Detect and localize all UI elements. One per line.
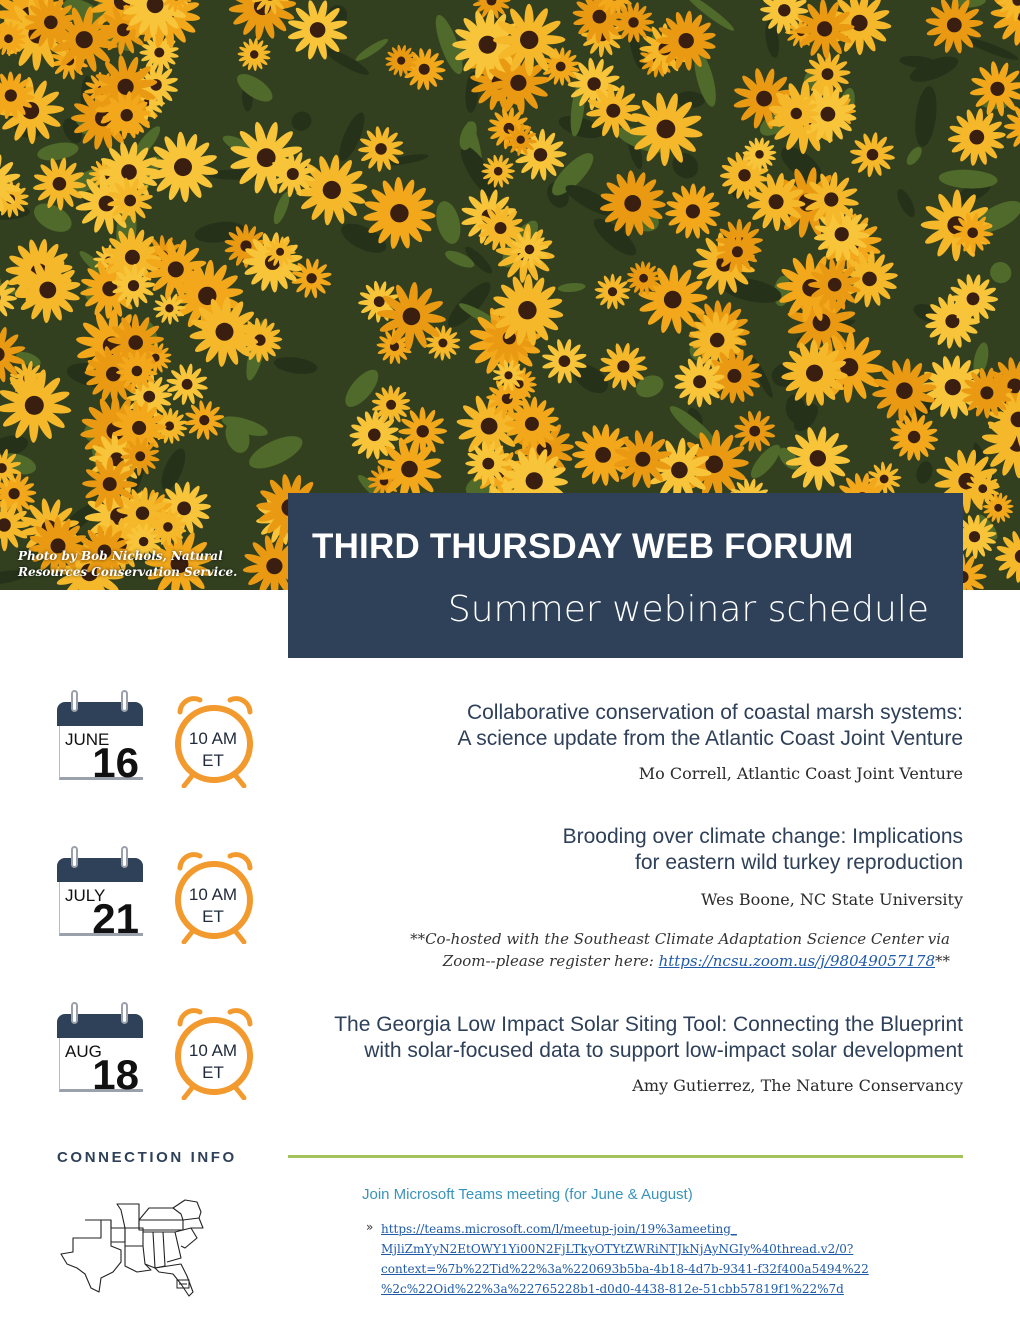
event-speaker: Amy Gutierrez, The Nature Conservancy	[632, 1076, 963, 1095]
title-box: THIRD THURSDAY WEB FORUM Summer webinar …	[288, 493, 963, 658]
event-time: 10 AM ET	[188, 1041, 238, 1082]
southeast-us-map-icon	[55, 1180, 205, 1300]
event-speaker: Mo Correll, Atlantic Coast Joint Venture	[638, 764, 963, 783]
cohost-note: **Co-hosted with the Southeast Climate A…	[310, 928, 950, 972]
event-time: 10 AM ET	[188, 729, 238, 770]
alarm-clock-icon: 10 AM ET	[170, 692, 260, 789]
teams-meeting-link[interactable]: https://teams.microsoft.com/l/meetup-joi…	[381, 1219, 891, 1299]
page-subtitle: Summer webinar schedule	[447, 589, 929, 630]
page-title: THIRD THURSDAY WEB FORUM	[312, 527, 854, 566]
alarm-clock-icon: 10 AM ET	[170, 848, 260, 945]
teams-meeting-heading: Join Microsoft Teams meeting (for June &…	[362, 1186, 693, 1203]
connection-info-heading: CONNECTION INFO	[57, 1149, 237, 1166]
zoom-register-link[interactable]: https://ncsu.zoom.us/j/98049057178	[659, 952, 935, 970]
event-time: 10 AM ET	[188, 885, 238, 926]
event-day: 21	[92, 895, 139, 942]
event-speaker: Wes Boone, NC State University	[701, 890, 963, 909]
event-title: Brooding over climate change: Implicatio…	[562, 825, 963, 874]
event-title: Collaborative conservation of coastal ma…	[457, 701, 963, 750]
divider	[288, 1155, 963, 1158]
bullet-icon: »	[366, 1220, 374, 1234]
event-title: The Georgia Low Impact Solar Siting Tool…	[334, 1013, 963, 1062]
calendar-icon: JUNE 16	[57, 690, 143, 784]
event-day: 16	[92, 739, 139, 786]
cohost-note-suffix: **	[935, 952, 950, 970]
photo-credit: Photo by Bob Nichols, Natural Resources …	[18, 549, 238, 579]
alarm-clock-icon: 10 AM ET	[170, 1004, 260, 1101]
calendar-icon: AUG 18	[57, 1002, 143, 1096]
calendar-icon: JULY 21	[57, 846, 143, 940]
event-day: 18	[92, 1051, 139, 1098]
